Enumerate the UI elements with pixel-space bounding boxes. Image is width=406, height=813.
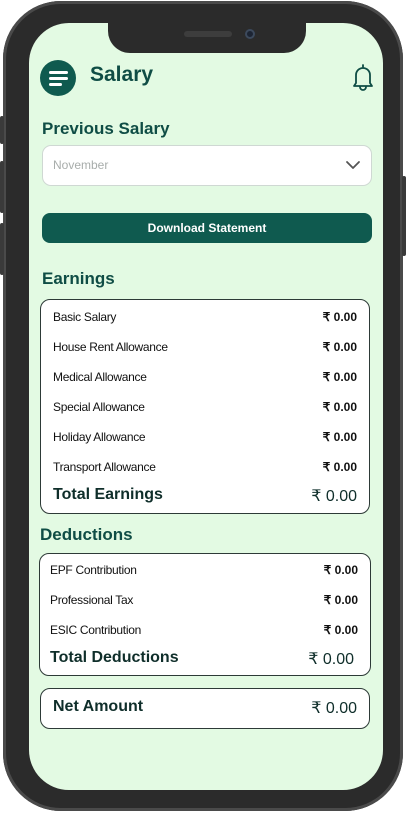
earning-amount: ₹ 0.00 [322, 340, 357, 354]
month-select[interactable]: November [42, 145, 372, 186]
deduction-amount: ₹ 0.00 [323, 593, 358, 607]
total-deductions-label: Total Deductions [50, 649, 179, 666]
mute-switch [0, 116, 4, 144]
selected-month: November [53, 158, 109, 172]
total-earnings-row: Total Earnings ₹ 0.00 [41, 486, 369, 508]
earnings-row: Special Allowance ₹ 0.00 [41, 398, 369, 418]
page-title: Salary [90, 63, 154, 86]
earnings-row: House Rent Allowance ₹ 0.00 [41, 338, 369, 358]
earning-label: House Rent Allowance [53, 340, 168, 354]
earning-label: Special Allowance [53, 400, 145, 414]
total-earnings-amount: ₹ 0.00 [311, 488, 357, 505]
earning-label: Medical Allowance [53, 370, 147, 384]
total-deductions-row: Total Deductions ₹ 0.00 [40, 649, 370, 671]
earnings-row: Medical Allowance ₹ 0.00 [41, 368, 369, 388]
earnings-row: Transport Allowance ₹ 0.00 [41, 458, 369, 478]
download-statement-button[interactable]: Download Statement [42, 213, 372, 243]
earning-label: Transport Allowance [53, 460, 156, 474]
phone-frame: Salary Previous Salary November Download… [0, 1, 406, 811]
power-button [402, 176, 406, 256]
notch [108, 23, 306, 53]
deductions-row: Professional Tax ₹ 0.00 [40, 591, 370, 611]
net-amount-label: Net Amount [53, 698, 144, 715]
deduction-label: ESIC Contribution [50, 623, 141, 637]
chevron-down-icon [346, 161, 360, 169]
speaker [184, 31, 232, 37]
deduction-amount: ₹ 0.00 [323, 563, 358, 577]
net-amount-value: ₹ 0.00 [311, 700, 357, 717]
earning-amount: ₹ 0.00 [322, 400, 357, 414]
net-amount-card: Net Amount ₹ 0.00 [40, 688, 370, 729]
earnings-row: Holiday Allowance ₹ 0.00 [41, 428, 369, 448]
earning-label: Holiday Allowance [53, 430, 146, 444]
earnings-card: Basic Salary ₹ 0.00 House Rent Allowance… [40, 299, 370, 514]
volume-down-button [0, 223, 4, 275]
earnings-label: Earnings [42, 269, 115, 288]
hamburger-menu-icon[interactable] [40, 60, 76, 96]
app-screen: Salary Previous Salary November Download… [29, 23, 383, 790]
earning-label: Basic Salary [53, 310, 117, 324]
deductions-row: EPF Contribution ₹ 0.00 [40, 561, 370, 581]
net-amount-row: Net Amount ₹ 0.00 [41, 698, 369, 720]
earning-amount: ₹ 0.00 [322, 370, 357, 384]
deductions-label: Deductions [40, 525, 133, 544]
earning-amount: ₹ 0.00 [322, 460, 357, 474]
deduction-amount: ₹ 0.00 [323, 623, 358, 637]
previous-salary-label: Previous Salary [42, 119, 170, 138]
earning-amount: ₹ 0.00 [322, 310, 357, 324]
app-header: Salary [29, 59, 383, 99]
deductions-row: ESIC Contribution ₹ 0.00 [40, 621, 370, 641]
total-earnings-label: Total Earnings [53, 486, 163, 503]
volume-up-button [0, 161, 4, 213]
deductions-card: EPF Contribution ₹ 0.00 Professional Tax… [39, 553, 371, 676]
earnings-row: Basic Salary ₹ 0.00 [41, 308, 369, 328]
earning-amount: ₹ 0.00 [322, 430, 357, 444]
total-deductions-amount: ₹ 0.00 [308, 651, 354, 668]
deduction-label: Professional Tax [50, 593, 134, 607]
deduction-label: EPF Contribution [50, 563, 137, 577]
bell-icon[interactable] [351, 63, 375, 91]
front-camera [245, 29, 255, 39]
